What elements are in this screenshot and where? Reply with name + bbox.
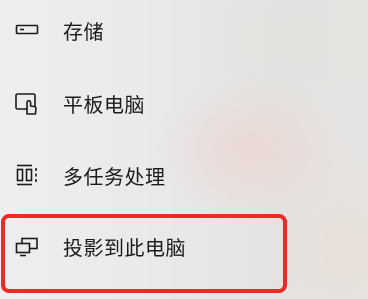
nav-item-multitasking[interactable]: 多任务处理 bbox=[0, 157, 368, 193]
settings-nav-list: 存储 平板电脑 多任务处理 投影到此电脑 bbox=[0, 0, 368, 299]
nav-item-project-to-this-pc[interactable]: 投影到此电脑 bbox=[0, 228, 368, 264]
nav-item-storage[interactable]: 存储 bbox=[0, 12, 368, 48]
nav-item-tablet[interactable]: 平板电脑 bbox=[0, 85, 368, 121]
nav-item-label: 平板电脑 bbox=[63, 92, 145, 117]
multitasking-icon bbox=[14, 162, 40, 188]
project-to-pc-icon bbox=[14, 233, 40, 259]
nav-item-label: 存储 bbox=[63, 19, 104, 44]
storage-icon bbox=[14, 17, 40, 43]
nav-item-label: 投影到此电脑 bbox=[63, 235, 186, 260]
tablet-icon bbox=[14, 90, 40, 116]
nav-item-label: 多任务处理 bbox=[63, 164, 166, 189]
